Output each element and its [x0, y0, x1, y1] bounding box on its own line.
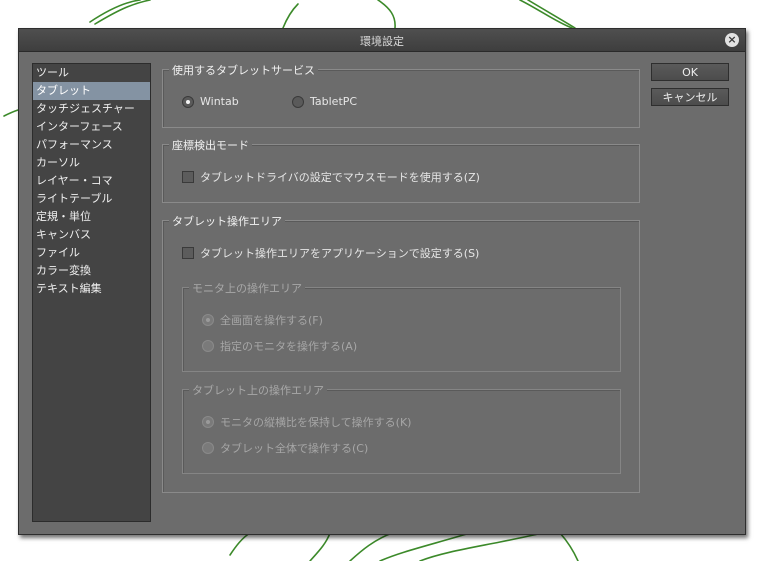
sidebar-item[interactable]: カラー変換 — [33, 262, 150, 280]
radio-whole-tablet-label: タブレット全体で操作する(C) — [220, 442, 369, 455]
sidebar-item[interactable]: タブレット — [33, 82, 150, 100]
operation-area-group: タブレット操作エリア タブレット操作エリアをアプリケーションで設定する(S) モ… — [162, 213, 640, 493]
radio-tabletpc-label: TabletPC — [310, 95, 358, 108]
sidebar-item[interactable]: レイヤー・コマ — [33, 172, 150, 190]
tablet-service-title: 使用するタブレットサービス — [169, 62, 318, 78]
category-list[interactable]: ツール タブレット タッチジェスチャー インターフェース パフォーマンス カーソル レイヤー… — [32, 63, 151, 522]
sidebar-item[interactable]: ライトテーブル — [33, 190, 150, 208]
mouse-mode-checkbox-row[interactable]: タブレットドライバの設定でマウスモードを使用する(Z) — [182, 169, 480, 185]
radio-full-screen-indicator[interactable] — [202, 314, 214, 326]
sidebar-item[interactable]: テキスト編集 — [33, 280, 150, 298]
radio-tabletpc[interactable]: TabletPC — [292, 95, 357, 108]
radio-keep-ratio[interactable]: モニタの縦横比を保持して操作する(K) — [202, 414, 411, 430]
app-setting-checkbox-row[interactable]: タブレット操作エリアをアプリケーションで設定する(S) — [182, 245, 479, 261]
title-bar[interactable]: 環境設定 × — [19, 29, 745, 52]
radio-wintab[interactable]: Wintab — [182, 95, 239, 108]
tablet-area-group: タブレット上の操作エリア モニタの縦横比を保持して操作する(K) タブレット全体… — [182, 382, 621, 474]
radio-specific-monitor[interactable]: 指定のモニタを操作する(A) — [202, 338, 357, 354]
app-setting-checkbox[interactable] — [182, 247, 194, 259]
ok-button[interactable]: OK — [651, 63, 729, 81]
mouse-mode-checkbox[interactable] — [182, 171, 194, 183]
coordinate-mode-group: 座標検出モード タブレットドライバの設定でマウスモードを使用する(Z) — [162, 137, 640, 203]
sidebar-item[interactable]: 定規・単位 — [33, 208, 150, 226]
preferences-dialog: 環境設定 × ツール タブレット タッチジェスチャー インターフェース パフォーマンスカ… — [18, 28, 746, 535]
sidebar-item[interactable]: ファイル — [33, 244, 150, 262]
operation-area-title: タブレット操作エリア — [169, 213, 285, 229]
sidebar-item[interactable]: パフォーマンス — [33, 136, 150, 154]
radio-keep-ratio-indicator[interactable] — [202, 416, 214, 428]
cancel-button[interactable]: キャンセル — [651, 88, 729, 106]
sidebar-item[interactable]: キャンバス — [33, 226, 150, 244]
radio-full-screen-label: 全画面を操作する(F) — [220, 314, 323, 327]
sidebar-item[interactable]: タッチジェスチャー — [33, 100, 150, 118]
close-icon[interactable]: × — [725, 33, 739, 47]
radio-full-screen[interactable]: 全画面を操作する(F) — [202, 312, 323, 328]
monitor-area-title: モニタ上の操作エリア — [189, 280, 305, 296]
app-setting-label: タブレット操作エリアをアプリケーションで設定する(S) — [200, 247, 480, 260]
radio-specific-monitor-label: 指定のモニタを操作する(A) — [220, 340, 358, 353]
radio-wintab-indicator[interactable] — [182, 95, 194, 108]
monitor-area-group: モニタ上の操作エリア 全画面を操作する(F) 指定のモニタを操作する(A) — [182, 280, 621, 372]
radio-keep-ratio-label: モニタの縦横比を保持して操作する(K) — [220, 416, 412, 429]
window-title: 環境設定 — [360, 35, 404, 48]
radio-specific-monitor-indicator[interactable] — [202, 340, 214, 352]
radio-wintab-label: Wintab — [200, 95, 239, 108]
sidebar-item[interactable]: インターフェース — [33, 118, 150, 136]
sidebar-item[interactable]: カーソル — [33, 154, 150, 172]
mouse-mode-label: タブレットドライバの設定でマウスモードを使用する(Z) — [200, 171, 480, 184]
radio-whole-tablet-indicator[interactable] — [202, 442, 214, 454]
coordinate-mode-title: 座標検出モード — [169, 137, 252, 153]
tablet-service-group: 使用するタブレットサービス Wintab TabletPC — [162, 62, 640, 128]
sidebar-item[interactable]: ツール — [33, 64, 150, 82]
radio-whole-tablet[interactable]: タブレット全体で操作する(C) — [202, 440, 368, 456]
radio-tabletpc-indicator[interactable] — [292, 95, 304, 108]
tablet-area-title: タブレット上の操作エリア — [189, 382, 327, 398]
